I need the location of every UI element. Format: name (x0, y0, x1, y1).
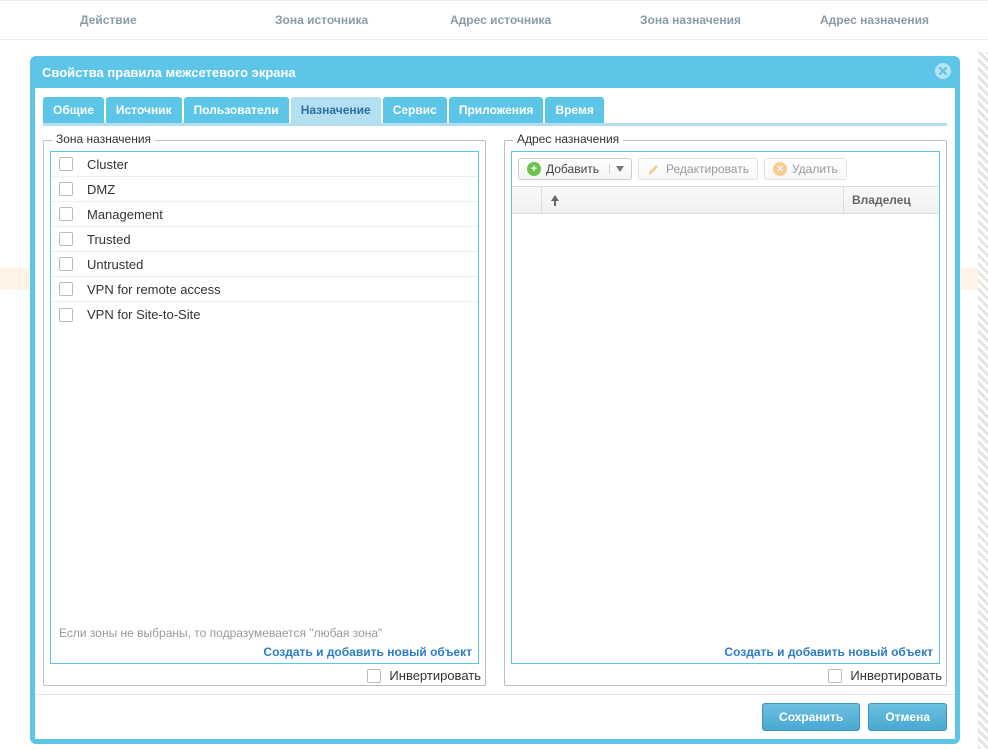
delete-icon: × (773, 162, 787, 176)
chevron-down-icon[interactable] (609, 164, 628, 174)
zone-label: VPN for Site-to-Site (87, 307, 200, 322)
zone-label: Trusted (87, 232, 131, 247)
destination-address-fieldset: Адрес назначения + Добавить (504, 140, 947, 686)
zone-row[interactable]: Cluster (51, 152, 478, 177)
zone-legend: Зона назначения (52, 132, 155, 146)
bg-col-action: Действие (70, 13, 265, 27)
edit-button[interactable]: Редактировать (638, 158, 758, 180)
addr-empty-area (512, 214, 939, 642)
dialog-titlebar: Свойства правила межсетевого экрана (34, 60, 956, 88)
tabbar: Общие Источник Пользователи Назначение С… (43, 97, 947, 126)
bg-col-src-addr: Адрес источника (440, 13, 630, 27)
pencil-icon (647, 162, 661, 176)
tab-service[interactable]: Сервис (383, 97, 447, 123)
zone-create-link[interactable]: Создать и добавить новый объект (263, 645, 472, 659)
zone-checkbox[interactable] (59, 257, 73, 271)
background-pattern (978, 52, 988, 749)
cancel-button[interactable]: Отмена (868, 703, 947, 731)
zone-label: Untrusted (87, 257, 143, 272)
addr-column-headers: Владелец (512, 186, 939, 214)
zone-label: DMZ (87, 182, 115, 197)
zone-label: Management (87, 207, 163, 222)
zone-grid: Cluster DMZ Management Trusted (50, 151, 479, 664)
zone-checkbox[interactable] (59, 282, 73, 296)
zone-row[interactable]: VPN for Site-to-Site (51, 302, 478, 327)
zone-checkbox[interactable] (59, 232, 73, 246)
zone-invert-label: Инвертировать (389, 668, 481, 683)
tab-users[interactable]: Пользователи (184, 97, 289, 123)
zone-list: Cluster DMZ Management Trusted (51, 152, 478, 621)
add-button-label: Добавить (546, 162, 599, 176)
addr-col-checkbox[interactable] (512, 187, 542, 213)
zone-label: Cluster (87, 157, 128, 172)
dialog-footer: Сохранить Отмена (35, 694, 955, 739)
addr-create-link[interactable]: Создать и добавить новый объект (724, 645, 933, 659)
zone-checkbox[interactable] (59, 157, 73, 171)
zone-hint: Если зоны не выбраны, то подразумевается… (51, 621, 478, 642)
addr-col-sorted[interactable] (542, 187, 844, 213)
zone-checkbox[interactable] (59, 308, 73, 322)
zone-row[interactable]: Untrusted (51, 252, 478, 277)
tab-time[interactable]: Время (545, 97, 603, 123)
addr-col-owner[interactable]: Владелец (844, 187, 939, 213)
save-button[interactable]: Сохранить (762, 703, 860, 731)
addr-invert-label: Инвертировать (850, 668, 942, 683)
addr-invert-checkbox[interactable] (828, 669, 842, 683)
zone-label: VPN for remote access (87, 282, 221, 297)
dialog-title: Свойства правила межсетевого экрана (42, 65, 296, 80)
addr-toolbar: + Добавить Редактировать (512, 152, 939, 186)
zone-invert-checkbox[interactable] (367, 669, 381, 683)
tab-destination[interactable]: Назначение (291, 97, 381, 123)
zone-row[interactable]: Trusted (51, 227, 478, 252)
bg-col-src-zone: Зона источника (265, 13, 440, 27)
background-table-header: Действие Зона источника Адрес источника … (0, 0, 988, 40)
bg-col-dst-addr: Адрес назначения (810, 13, 980, 27)
addr-legend: Адрес назначения (513, 132, 623, 146)
zone-checkbox[interactable] (59, 207, 73, 221)
firewall-rule-properties-dialog: Свойства правила межсетевого экрана Общи… (30, 56, 960, 744)
delete-button[interactable]: × Удалить (764, 158, 847, 180)
tab-general[interactable]: Общие (43, 97, 104, 123)
destination-zone-fieldset: Зона назначения Cluster DMZ (43, 140, 486, 686)
zone-checkbox[interactable] (59, 182, 73, 196)
addr-grid: + Добавить Редактировать (511, 151, 940, 664)
zone-row[interactable]: DMZ (51, 177, 478, 202)
plus-icon: + (527, 162, 541, 176)
tab-source[interactable]: Источник (106, 97, 182, 123)
bg-col-dst-zone: Зона назначения (630, 13, 810, 27)
close-icon[interactable] (934, 62, 952, 80)
arrow-up-icon (550, 194, 560, 206)
zone-row[interactable]: VPN for remote access (51, 277, 478, 302)
add-button[interactable]: + Добавить (518, 158, 632, 180)
zone-row[interactable]: Management (51, 202, 478, 227)
edit-button-label: Редактировать (666, 162, 749, 176)
tab-applications[interactable]: Приложения (449, 97, 544, 123)
delete-button-label: Удалить (792, 162, 838, 176)
